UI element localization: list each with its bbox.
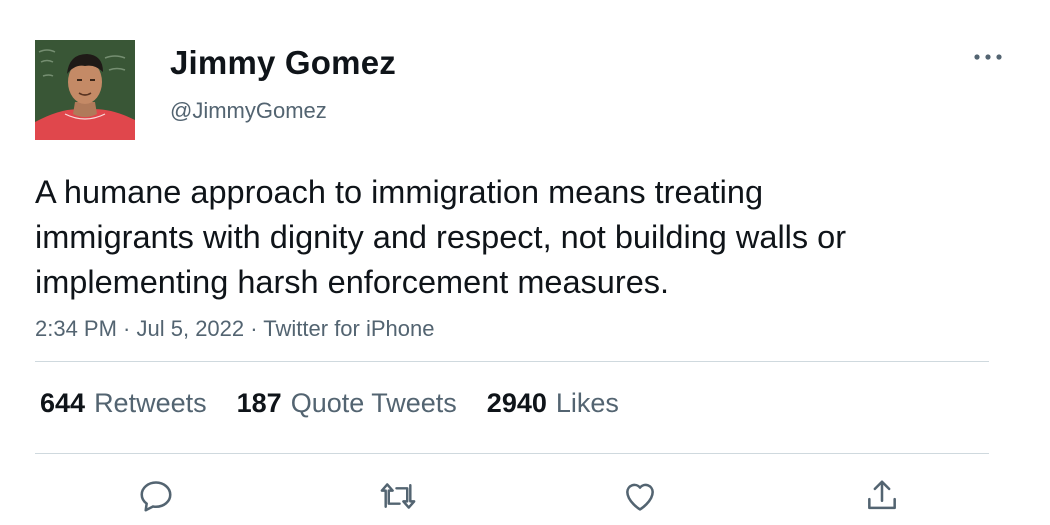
likes-label: Likes <box>555 388 619 418</box>
retweets-label: Retweets <box>94 388 207 418</box>
tweet-date[interactable]: Jul 5, 2022 <box>137 316 245 341</box>
retweets-stat[interactable]: 644 Retweets <box>40 388 207 419</box>
avatar-image <box>35 40 135 140</box>
divider <box>35 453 989 454</box>
meta-separator: · <box>244 316 264 341</box>
retweets-count: 644 <box>40 388 86 418</box>
share-button[interactable] <box>860 474 904 518</box>
share-icon <box>868 480 896 510</box>
tweet-time[interactable]: 2:34 PM <box>35 316 117 341</box>
quote-tweets-stat[interactable]: 187 Quote Tweets <box>237 388 457 419</box>
quote-tweets-label: Quote Tweets <box>290 388 457 418</box>
tweet-text: A humane approach to immigration means t… <box>35 174 847 300</box>
reply-icon <box>140 481 172 512</box>
heart-icon <box>626 483 654 511</box>
retweet-button[interactable] <box>376 474 420 518</box>
tweet-meta: 2:34 PM · Jul 5, 2022 · Twitter for iPho… <box>35 316 434 342</box>
retweet-icon <box>380 483 416 509</box>
engagement-stats: 644 Retweets 187 Quote Tweets 2940 Likes <box>40 388 649 419</box>
divider <box>35 361 989 362</box>
meta-separator: · <box>116 316 137 341</box>
like-button[interactable] <box>618 474 662 518</box>
likes-count: 2940 <box>486 388 547 418</box>
tweet-source: Twitter for iPhone <box>263 316 435 341</box>
more-horizontal-icon <box>974 54 1002 60</box>
likes-stat[interactable]: 2940 Likes <box>487 388 619 419</box>
avatar[interactable] <box>35 40 135 140</box>
action-bar <box>0 470 1050 520</box>
author-display-name[interactable]: Jimmy Gomez <box>170 44 396 82</box>
reply-button[interactable] <box>134 474 178 518</box>
quote-tweets-count: 187 <box>236 388 282 418</box>
more-options-button[interactable] <box>968 42 1008 72</box>
tweet-card: Jimmy Gomez @JimmyGomez A humane approac… <box>0 0 1050 525</box>
author-handle[interactable]: @JimmyGomez <box>170 98 327 124</box>
